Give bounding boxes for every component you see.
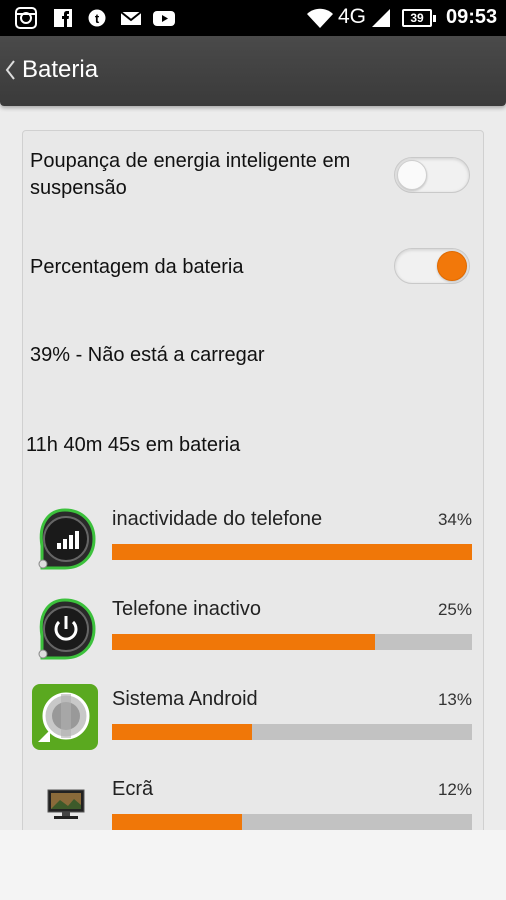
- svg-text:t: t: [95, 11, 100, 26]
- usage-bar: [112, 634, 472, 650]
- battery-status: 39% - Não está a carregar: [30, 344, 265, 366]
- page-title[interactable]: Bateria: [22, 56, 98, 84]
- usage-percent: 12%: [437, 780, 472, 799]
- android-system-icon: [32, 684, 98, 750]
- usage-percent: 25%: [437, 600, 472, 619]
- signal-cell-icon: [38, 508, 96, 570]
- usage-item-phone-inactive[interactable]: Telefone inactivo 25%: [30, 598, 474, 678]
- status-bar: t 4G 39 09:53: [0, 0, 506, 36]
- usage-bar: [112, 544, 472, 560]
- usage-bar-fill: [112, 544, 472, 560]
- battery-percentage-toggle[interactable]: [394, 248, 470, 284]
- wifi-icon: [307, 8, 333, 28]
- battery-level: 39: [410, 11, 424, 25]
- usage-label: inactividade do telefone: [112, 508, 323, 530]
- usage-bar-fill: [112, 634, 375, 650]
- usage-label: Ecrã: [112, 778, 154, 800]
- usage-percent: 34%: [437, 510, 472, 529]
- usage-item-android-system[interactable]: Sistema Android 13%: [30, 684, 474, 768]
- power-icon: [38, 598, 96, 660]
- battery-percentage-label[interactable]: Percentagem da bateria: [30, 254, 243, 281]
- network-type: 4G: [338, 5, 367, 28]
- messenger-icon: t: [88, 9, 106, 27]
- action-bar: Bateria: [0, 36, 506, 106]
- back-chevron-icon[interactable]: [4, 58, 16, 82]
- smart-saving-toggle[interactable]: [394, 157, 470, 193]
- toggle-knob: [397, 160, 427, 190]
- toggle-knob: [437, 251, 467, 281]
- usage-bar-fill: [112, 814, 242, 830]
- usage-bar: [112, 724, 472, 740]
- usage-bar-fill: [112, 724, 253, 740]
- usage-item-phone-idle[interactable]: inactividade do telefone 34%: [30, 508, 474, 588]
- usage-label: Telefone inactivo: [112, 598, 261, 620]
- facebook-icon: [54, 9, 72, 27]
- usage-label: Sistema Android: [112, 688, 258, 710]
- time-on-battery[interactable]: 11h 40m 45s em bateria: [26, 432, 240, 459]
- bottom-navigation-area: [0, 830, 506, 900]
- clock: 09:53: [446, 6, 498, 28]
- signal-icon: [372, 9, 390, 27]
- battery-indicator: 39: [402, 9, 436, 27]
- mail-icon: [120, 11, 142, 25]
- usage-percent: 13%: [437, 690, 472, 709]
- screen-icon: [47, 789, 85, 819]
- smart-saving-label[interactable]: Poupança de energia inteligente em suspe…: [30, 148, 370, 202]
- instagram-icon: [15, 7, 37, 29]
- usage-bar: [112, 814, 472, 830]
- youtube-icon: [153, 11, 175, 26]
